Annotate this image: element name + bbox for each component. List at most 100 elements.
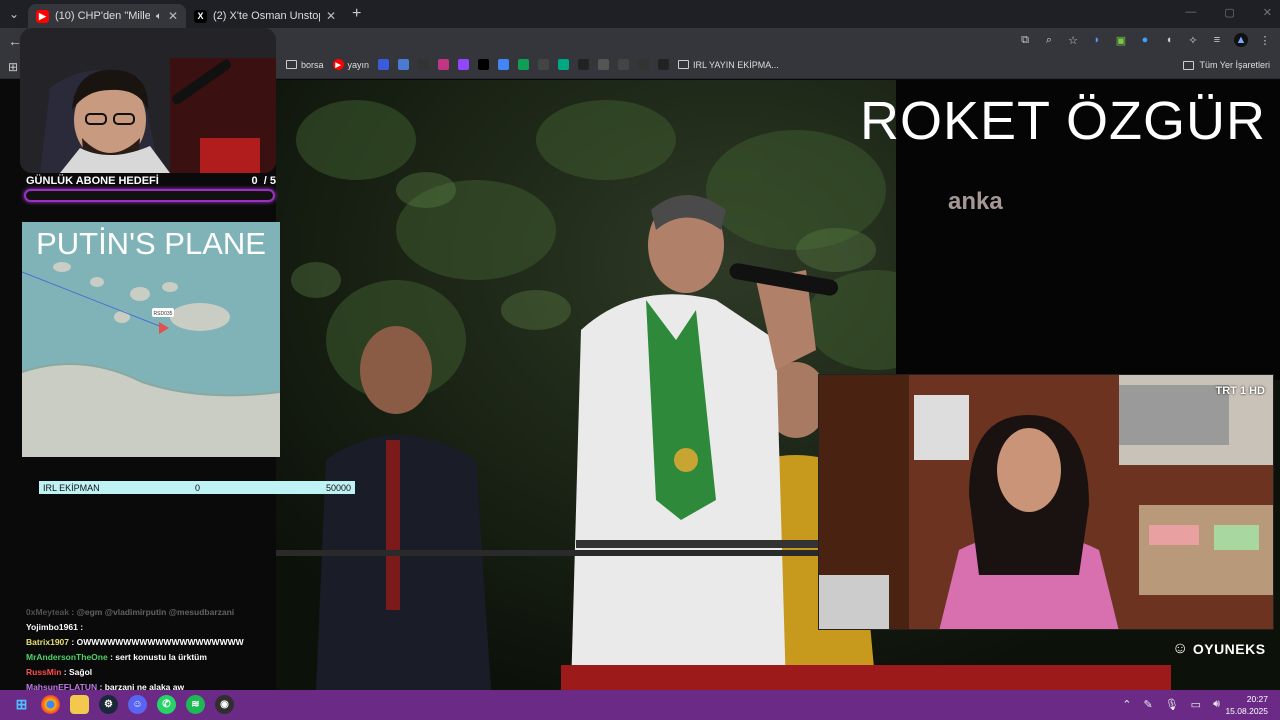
x-icon[interactable] bbox=[478, 59, 490, 70]
bookmark-borsa[interactable]: borsa bbox=[286, 60, 324, 70]
toolbar-icons: ⧉ ⌕ ☆ ◗ ▣ ● ◖ ✧ ≡ ▲ ⋮ bbox=[1018, 33, 1272, 47]
windows-start-icon[interactable]: ⊞ bbox=[12, 695, 31, 714]
volume-icon[interactable]: 🔊︎ bbox=[1213, 698, 1220, 711]
bookmark-app-1-icon[interactable] bbox=[378, 59, 390, 70]
star-icon[interactable]: ☆ bbox=[1066, 33, 1080, 47]
bookmark-app-3-icon[interactable] bbox=[418, 59, 430, 70]
file-explorer-icon[interactable] bbox=[70, 695, 89, 714]
chat-message: MrAndersonTheOne : sert konustu la ürktü… bbox=[26, 650, 326, 665]
bookmark-yayin[interactable]: ▶ yayın bbox=[332, 59, 370, 70]
media-icon[interactable]: ◖ bbox=[1162, 33, 1176, 47]
screen: ⌄ ▶ (10) CHP'den "Millet İradesi... 🔈︎ ✕… bbox=[0, 0, 1280, 720]
irl-label: IRL EKİPMAN bbox=[43, 482, 100, 493]
chevron-up-icon[interactable]: ⌃ bbox=[1122, 698, 1131, 711]
chat-message: Yojimbo1961 : bbox=[26, 620, 326, 635]
microphone-icon[interactable]: 🎙︎ bbox=[1165, 698, 1179, 711]
extension-2-icon[interactable]: ▣ bbox=[1114, 33, 1128, 47]
map-title: PUTİN'S PLANE bbox=[36, 226, 266, 261]
maximize-icon[interactable]: ▢ bbox=[1224, 6, 1234, 19]
tv-channel-logo: TRT 1 HD bbox=[1215, 385, 1266, 397]
chrome-icon[interactable] bbox=[41, 695, 60, 714]
all-bookmarks[interactable]: Tüm Yer İşaretleri bbox=[1183, 60, 1270, 70]
chat-username: Yojimbo1961 bbox=[26, 622, 78, 632]
tab-title: (2) X'te Osman Unstoppable: "Z... bbox=[213, 10, 320, 22]
map-marker-label: RSD035 bbox=[154, 311, 173, 317]
irl-target: 50000 bbox=[325, 482, 351, 493]
instagram-icon[interactable] bbox=[438, 59, 450, 70]
streamer-webcam bbox=[20, 28, 276, 173]
twitch-icon[interactable] bbox=[458, 59, 470, 70]
system-tray: ⌃ ✎ 🎙︎ ▭ 🔊︎ bbox=[1122, 698, 1220, 711]
tab-title: (10) CHP'den "Millet İradesi... bbox=[55, 10, 150, 22]
youtube-favicon-icon: ▶ bbox=[36, 9, 49, 23]
more-menu-icon[interactable]: ⋮ bbox=[1258, 33, 1272, 47]
x-favicon-icon: X bbox=[194, 9, 207, 23]
goal-current: 0 bbox=[251, 175, 258, 187]
whatsapp-icon[interactable]: ✆ bbox=[157, 695, 176, 714]
bookmark-list: borsa ▶ yayın IRL YAYIN EKİPMA... bbox=[286, 59, 779, 70]
display-icon[interactable]: ▭ bbox=[1191, 698, 1201, 711]
sheets-icon[interactable] bbox=[518, 59, 530, 70]
spotify-icon[interactable]: ≋ bbox=[186, 695, 205, 714]
new-tab-button[interactable]: + bbox=[352, 5, 361, 23]
overlay-headline: ROKET ÖZGÜR bbox=[860, 91, 1267, 151]
bookmark-app-12-icon[interactable] bbox=[598, 59, 610, 70]
windows-taskbar: ⊞ ⚙ ☺ ✆ ≋ ◉ ⌃ ✎ 🎙︎ ▭ 🔊︎ 20:27 15.08.2025 bbox=[0, 690, 1280, 720]
clock-time: 20:27 bbox=[1246, 694, 1268, 704]
open-in-app-icon[interactable]: ⧉ bbox=[1018, 33, 1032, 47]
bookmark-app-15-icon[interactable] bbox=[658, 59, 670, 70]
bookmark-irl-folder[interactable]: IRL YAYIN EKİPMA... bbox=[678, 60, 779, 70]
tab-youtube[interactable]: ▶ (10) CHP'den "Millet İradesi... 🔈︎ ✕ bbox=[28, 4, 186, 28]
bookmark-app-10-icon[interactable] bbox=[558, 59, 570, 70]
chat-message: 0xMeyteak : @egm @vladimirputin @mesudba… bbox=[26, 605, 326, 620]
brand-name: OYUNEKS bbox=[1192, 641, 1266, 657]
window-controls: — ▢ ✕ bbox=[1185, 6, 1272, 19]
chat-text: : OWWWWWWWWWWWWWWWWWWWW bbox=[71, 637, 244, 647]
red-banner bbox=[561, 665, 1171, 690]
irl-equipment-bar: IRL EKİPMAN 0 50000 bbox=[39, 481, 355, 494]
pip-scene bbox=[819, 375, 1273, 629]
steam-icon[interactable]: ⚙ bbox=[99, 695, 118, 714]
chat-text: : @egm @vladimirputin @mesudbarzani bbox=[71, 607, 235, 617]
goal-progress-bar bbox=[24, 189, 275, 202]
browser-tab-strip: ⌄ ▶ (10) CHP'den "Millet İradesi... 🔈︎ ✕… bbox=[0, 0, 1280, 28]
all-bookmarks-label: Tüm Yer İşaretleri bbox=[1199, 60, 1270, 70]
ninja-icon: ☺ bbox=[1172, 640, 1189, 657]
tab-search-button[interactable]: ⌄ bbox=[0, 0, 28, 28]
bookmark-app-11-icon[interactable] bbox=[578, 59, 590, 70]
extension-3-icon[interactable]: ● bbox=[1138, 33, 1152, 47]
close-tab-icon[interactable]: ✕ bbox=[326, 9, 336, 23]
pen-icon[interactable]: ✎ bbox=[1143, 698, 1152, 711]
taskbar-apps: ⊞ ⚙ ☺ ✆ ≋ ◉ bbox=[12, 695, 234, 714]
extension-1-icon[interactable]: ◗ bbox=[1090, 33, 1104, 47]
bookmark-app-2-icon[interactable] bbox=[398, 59, 410, 70]
taskbar-clock[interactable]: 20:27 15.08.2025 bbox=[1225, 693, 1268, 717]
apps-grid-icon[interactable]: ⊞ bbox=[8, 60, 18, 74]
chat-username: Batrix1907 bbox=[26, 637, 70, 647]
bookmark-app-14-icon[interactable] bbox=[638, 59, 650, 70]
minimize-icon[interactable]: — bbox=[1185, 6, 1196, 19]
bookmark-label: yayın bbox=[347, 59, 370, 70]
bookmark-app-13-icon[interactable] bbox=[618, 59, 630, 70]
zoom-icon[interactable]: ⌕ bbox=[1042, 33, 1056, 47]
speaker-icon[interactable]: 🔈︎ bbox=[156, 11, 162, 22]
extensions-puzzle-icon[interactable]: ✧ bbox=[1186, 33, 1200, 47]
chat-message: Batrix1907 : OWWWWWWWWWWWWWWWWWWWW bbox=[26, 635, 326, 650]
chat-username: RussMin bbox=[26, 667, 62, 677]
discord-icon[interactable]: ☺ bbox=[128, 695, 147, 714]
pip-video[interactable]: TRT 1 HD bbox=[818, 374, 1274, 630]
flight-map: RSD035 PUTİN'S PLANE bbox=[22, 222, 280, 457]
docs-icon[interactable] bbox=[498, 59, 510, 70]
obs-icon[interactable]: ◉ bbox=[215, 695, 234, 714]
tab-x[interactable]: X (2) X'te Osman Unstoppable: "Z... ✕ bbox=[186, 4, 344, 28]
chat-text: : bbox=[80, 622, 84, 632]
bookmark-app-9-icon[interactable] bbox=[538, 59, 550, 70]
close-tab-icon[interactable]: ✕ bbox=[168, 9, 178, 23]
profile-avatar-icon[interactable]: ▲ bbox=[1234, 33, 1248, 47]
goal-count: 0 / 5 bbox=[252, 175, 276, 187]
reading-list-icon[interactable]: ≡ bbox=[1210, 33, 1224, 47]
youtube-icon: ▶ bbox=[332, 59, 344, 70]
folder-icon bbox=[1183, 60, 1195, 70]
close-window-icon[interactable]: ✕ bbox=[1263, 6, 1272, 19]
chat-message: RussMin : Sağol bbox=[26, 665, 326, 680]
